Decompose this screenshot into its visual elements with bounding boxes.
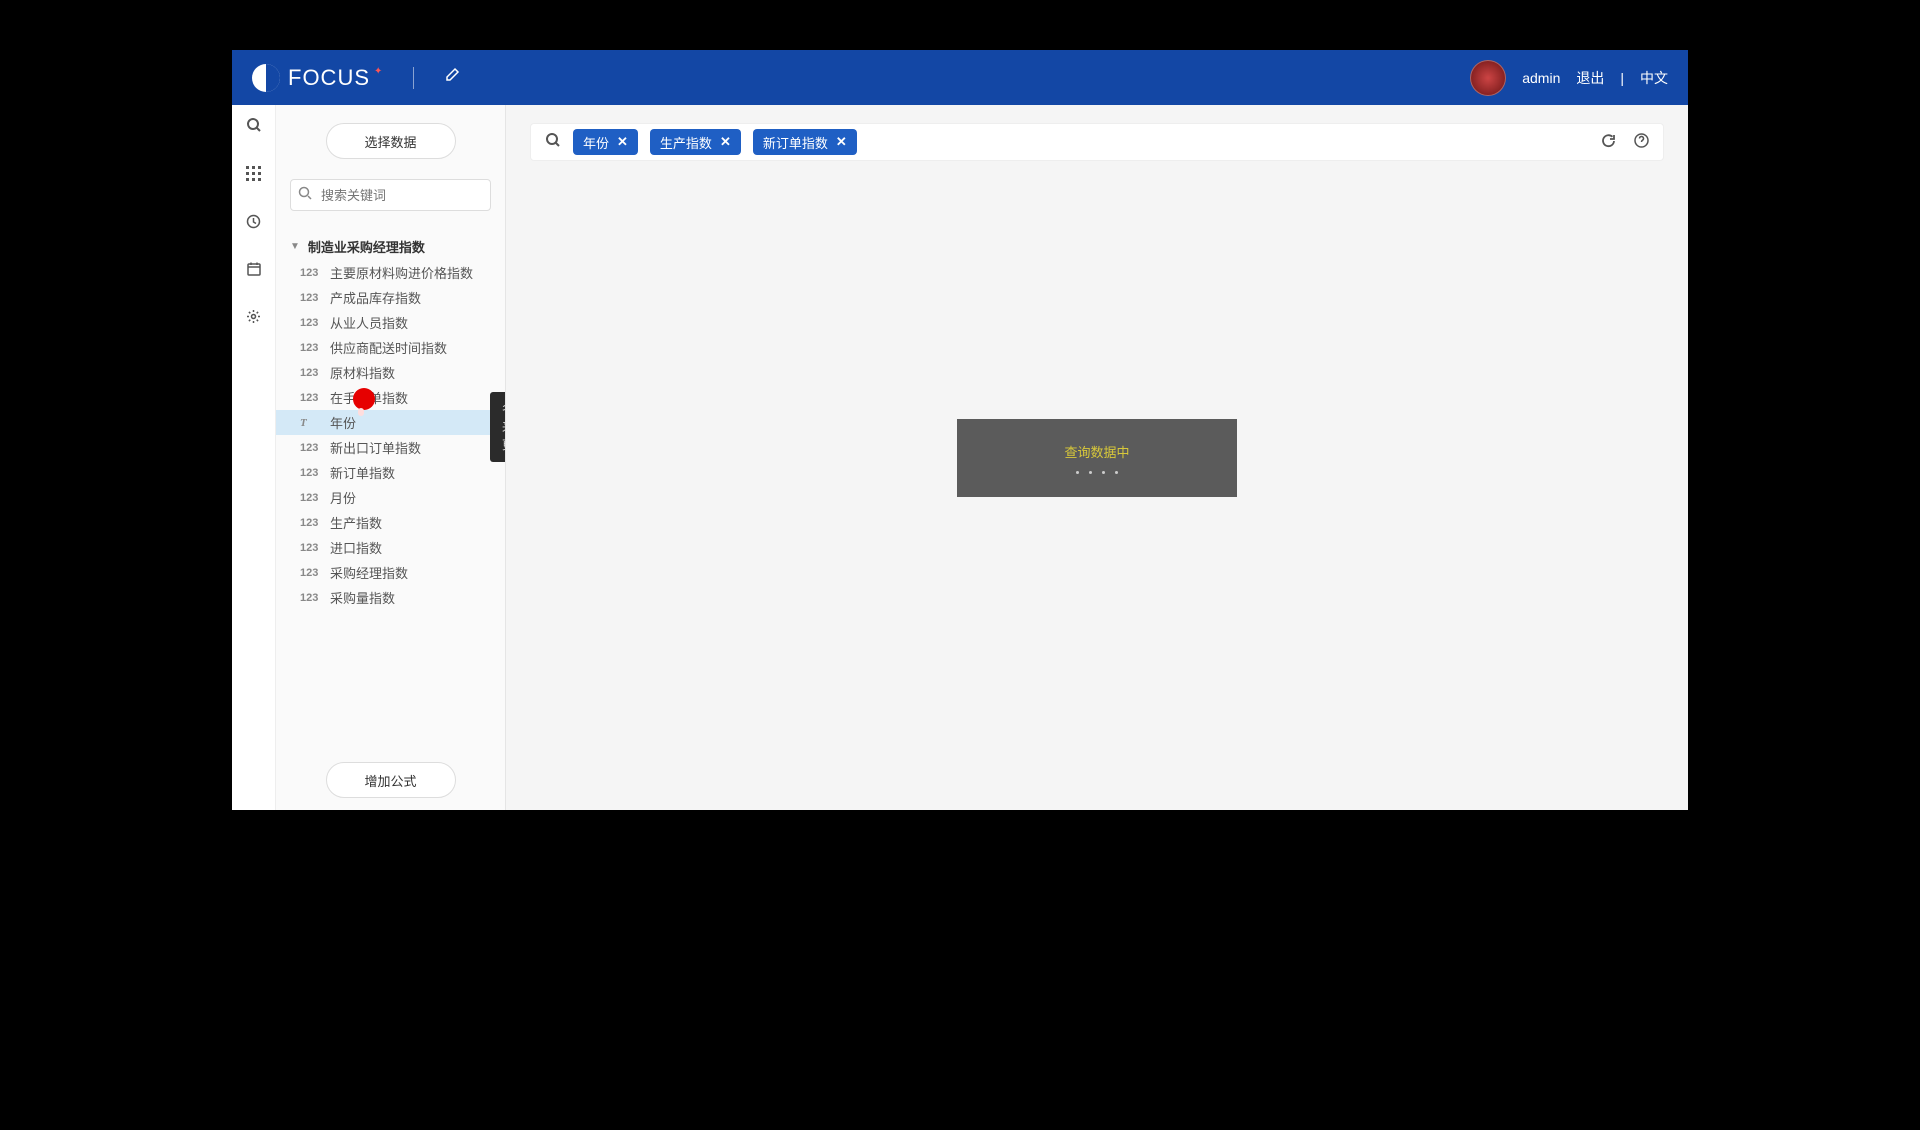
tree-item[interactable]: 123 原材料指数 [276, 360, 505, 385]
header: FOCUS ✦ admin 退出 | 中文 [232, 50, 1688, 105]
cursor-indicator-icon [353, 388, 375, 410]
logout-button[interactable]: 退出 [1576, 68, 1604, 88]
item-label: 产成品库存指数 [330, 288, 421, 307]
language-switch[interactable]: 中文 [1640, 68, 1668, 88]
type-tag: 123 [300, 317, 322, 329]
settings-nav-icon[interactable] [246, 309, 261, 329]
item-label: 新出口订单指数 [330, 438, 421, 457]
tree-item[interactable]: 123 生产指数 [276, 510, 505, 535]
tooltip-updated: 更新时间:2018-06-08 14:09:49 [502, 436, 505, 454]
close-icon[interactable]: ✕ [836, 134, 847, 150]
type-tag: 123 [300, 567, 322, 579]
type-tag: 123 [300, 367, 322, 379]
field-tree: ▼ 制造业采购经理指数 123 主要原材料购进价格指数 123 产成品库存指数 … [276, 219, 505, 744]
close-icon[interactable]: ✕ [617, 134, 628, 150]
type-tag-text: T [300, 417, 322, 429]
tree-item-year[interactable]: T 年份 名称:年份 来源:制造业采购经理指数 更新时间:2018-06-08 … [276, 410, 505, 435]
query-tag[interactable]: 新订单指数 ✕ [753, 129, 857, 155]
item-label: 主要原材料购进价格指数 [330, 263, 473, 282]
sidebar-search [290, 179, 491, 211]
body: 选择数据 ▼ 制造业采购经理指数 123 主要原材料购进价格指数 123 [232, 105, 1688, 810]
search-input[interactable] [290, 179, 491, 211]
type-tag: 123 [300, 592, 322, 604]
app-window: FOCUS ✦ admin 退出 | 中文 [232, 50, 1688, 810]
type-tag: 123 [300, 292, 322, 304]
tree-item[interactable]: 123 从业人员指数 [276, 310, 505, 335]
header-separator: | [1620, 70, 1624, 86]
brand-text: FOCUS [288, 65, 370, 91]
search-icon [545, 132, 561, 152]
tree-item[interactable]: 123 采购经理指数 [276, 560, 505, 585]
sidebar: 选择数据 ▼ 制造业采购经理指数 123 主要原材料购进价格指数 123 [276, 105, 506, 810]
tree-item[interactable]: 123 月份 [276, 485, 505, 510]
loading-overlay: 查询数据中 [957, 419, 1237, 497]
tree-item[interactable]: 123 供应商配送时间指数 [276, 335, 505, 360]
tooltip-source: 来源:制造业采购经理指数 [502, 418, 505, 436]
type-tag: 123 [300, 267, 322, 279]
icon-rail [232, 105, 276, 810]
item-label: 月份 [330, 488, 356, 507]
tag-label: 年份 [583, 133, 609, 152]
item-label: 采购量指数 [330, 588, 395, 607]
item-label: 从业人员指数 [330, 313, 408, 332]
help-icon[interactable] [1634, 133, 1649, 152]
tag-label: 新订单指数 [763, 133, 828, 152]
tree-group-header[interactable]: ▼ 制造业采购经理指数 [276, 233, 505, 260]
type-tag: 123 [300, 542, 322, 554]
type-tag: 123 [300, 467, 322, 479]
query-bar-actions [1601, 133, 1649, 152]
query-tag[interactable]: 生产指数 ✕ [650, 129, 741, 155]
type-tag: 123 [300, 342, 322, 354]
clock-nav-icon[interactable] [246, 214, 261, 234]
tooltip-name: 名称:年份 [502, 400, 505, 418]
item-label: 进口指数 [330, 538, 382, 557]
add-formula-button[interactable]: 增加公式 [326, 762, 456, 798]
tree-item[interactable]: 123 进口指数 [276, 535, 505, 560]
tree-item[interactable]: 123 产成品库存指数 [276, 285, 505, 310]
logo-icon [252, 64, 280, 92]
item-label: 新订单指数 [330, 463, 395, 482]
group-name: 制造业采购经理指数 [308, 237, 425, 256]
calendar-nav-icon[interactable] [247, 262, 261, 281]
select-data-button[interactable]: 选择数据 [326, 123, 456, 159]
edit-icon[interactable] [444, 67, 460, 88]
header-divider [413, 67, 414, 89]
logo[interactable]: FOCUS ✦ [252, 64, 383, 92]
item-label: 年份 [330, 413, 356, 432]
tree-item[interactable]: 123 新出口订单指数 [276, 435, 505, 460]
tree-item[interactable]: 123 新订单指数 [276, 460, 505, 485]
refresh-icon[interactable] [1601, 133, 1616, 152]
tree-item[interactable]: 123 主要原材料购进价格指数 [276, 260, 505, 285]
username[interactable]: admin [1522, 70, 1560, 86]
type-tag: 123 [300, 442, 322, 454]
type-tag: 123 [300, 392, 322, 404]
type-tag: 123 [300, 492, 322, 504]
logo-badge-icon: ✦ [374, 66, 383, 77]
item-label: 生产指数 [330, 513, 382, 532]
tree-item[interactable]: 123 采购量指数 [276, 585, 505, 610]
header-right: admin 退出 | 中文 [1470, 60, 1668, 96]
query-tag[interactable]: 年份 ✕ [573, 129, 638, 155]
main-area: 年份 ✕ 生产指数 ✕ 新订单指数 ✕ [506, 105, 1688, 810]
close-icon[interactable]: ✕ [720, 134, 731, 150]
field-tooltip: 名称:年份 来源:制造业采购经理指数 更新时间:2018-06-08 14:09… [490, 392, 505, 462]
search-nav-icon[interactable] [246, 117, 262, 138]
item-label: 供应商配送时间指数 [330, 338, 447, 357]
apps-nav-icon[interactable] [246, 166, 261, 186]
avatar[interactable] [1470, 60, 1506, 96]
tree-item[interactable]: 123 在手订单指数 [276, 385, 505, 410]
type-tag: 123 [300, 517, 322, 529]
item-label: 原材料指数 [330, 363, 395, 382]
chevron-down-icon: ▼ [290, 241, 300, 252]
item-label: 采购经理指数 [330, 563, 408, 582]
loading-text: 查询数据中 [1064, 442, 1129, 461]
tag-label: 生产指数 [660, 133, 712, 152]
loading-dots-icon [1076, 471, 1118, 474]
search-icon [298, 186, 312, 203]
query-bar[interactable]: 年份 ✕ 生产指数 ✕ 新订单指数 ✕ [530, 123, 1664, 161]
